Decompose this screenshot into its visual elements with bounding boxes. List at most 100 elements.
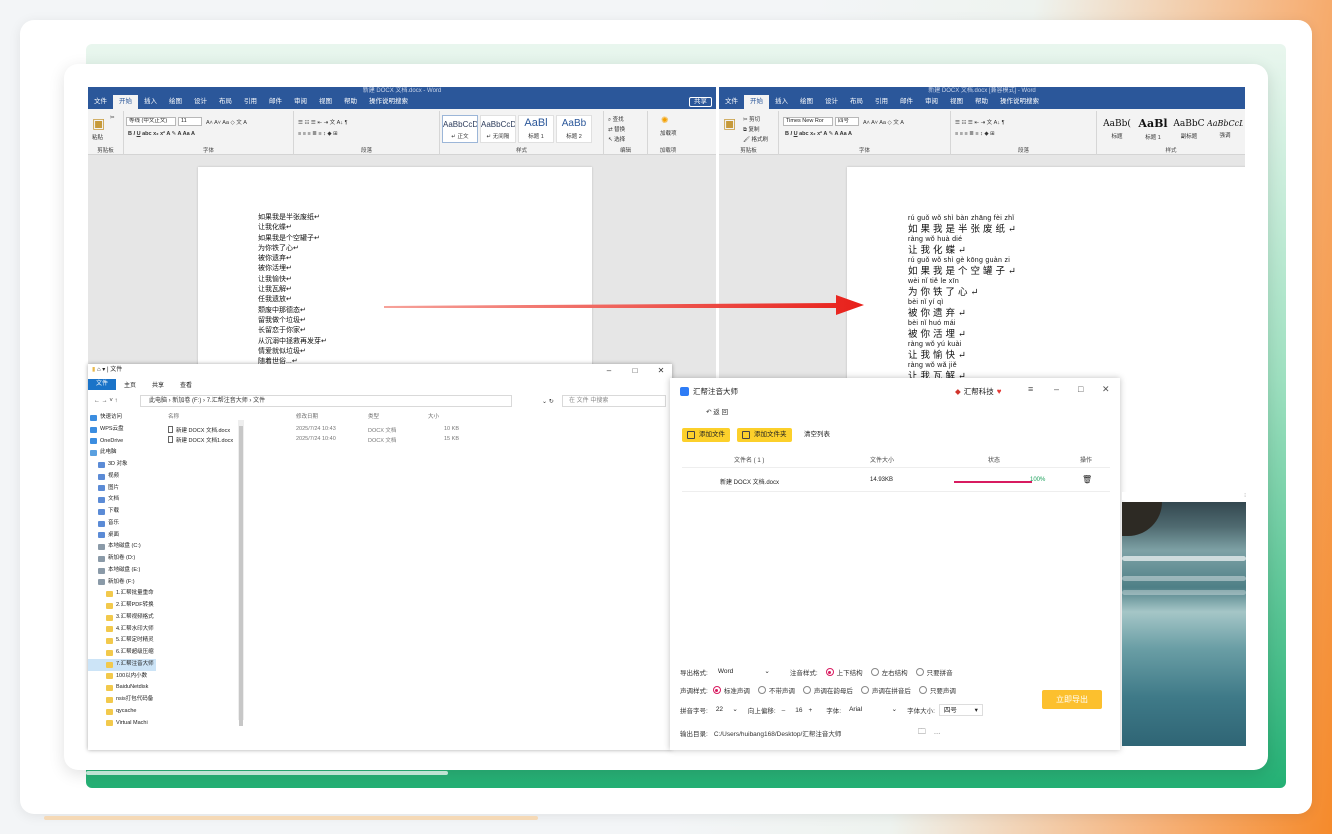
sidebar-item[interactable]: nsis打包代码备 (88, 694, 156, 706)
tab-view[interactable]: 视图 (313, 95, 338, 109)
tab-review[interactable]: 审阅 (288, 95, 313, 109)
share-button[interactable]: 共享 (689, 97, 712, 107)
export-format-select[interactable]: Word ⌄ (714, 666, 774, 678)
style-subtitle[interactable]: AaBbC 副标题 (1171, 115, 1207, 143)
radio-tone-only[interactable] (918, 686, 927, 694)
document-page[interactable]: rú guǒ wǒ shì bàn zhāng fèi zhǐ 如果我是半张废纸↵… (847, 167, 1245, 387)
sidebar-item[interactable]: BaiduNetdisk (88, 682, 156, 694)
add-file-button[interactable]: 添加文件 (682, 428, 730, 442)
tab-design[interactable]: 设计 (819, 95, 844, 109)
sidebar-item[interactable]: qycache (88, 706, 156, 718)
sidebar-item[interactable]: 3.汇帮视频格式 (88, 612, 156, 624)
col-date[interactable]: 修改日期 (296, 412, 318, 420)
sidebar-item[interactable]: 3D 对象 (88, 459, 156, 471)
sidebar-item[interactable]: 5.汇帮定时精灵 (88, 635, 156, 647)
tell-me-search[interactable]: 操作说明搜索 (363, 95, 414, 109)
sidebar-item[interactable]: 音乐 (88, 518, 156, 530)
menu-home[interactable]: 主页 (116, 380, 144, 389)
minimize-icon[interactable]: – (1054, 384, 1059, 394)
path-app-folder[interactable]: 7.汇帮注音大师 (207, 398, 248, 404)
tab-draw[interactable]: 绘图 (163, 95, 188, 109)
path-current[interactable]: 文件 (253, 398, 265, 404)
refresh-icon[interactable]: ⌄ ↻ (542, 398, 554, 405)
decrement-button[interactable]: – (782, 707, 786, 714)
sidebar-item[interactable]: OneDrive (88, 436, 156, 448)
tab-help[interactable]: 帮助 (338, 95, 363, 109)
menu-file[interactable]: 文件 (88, 379, 117, 390)
style-normal[interactable]: AaBbCcD ↵ 正文 (442, 115, 478, 143)
sidebar-scrollbar[interactable] (238, 420, 244, 726)
font-name-select[interactable]: Times New Ror (783, 117, 833, 126)
back-button[interactable]: ↶ 返 回 (706, 406, 728, 416)
path-this-pc[interactable]: 此电脑 (149, 398, 167, 404)
sidebar-item[interactable]: 文档 (88, 494, 156, 506)
sidebar-item[interactable]: 1.汇帮批量重命 (88, 588, 156, 600)
style-emphasis[interactable]: AaBbCcL 强调 (1207, 115, 1243, 143)
tab-draw[interactable]: 绘图 (794, 95, 819, 109)
maximize-icon[interactable]: □ (1078, 384, 1083, 394)
format-painter-button[interactable]: 🖌 格式刷 (743, 135, 768, 143)
tab-layout[interactable]: 布局 (213, 95, 238, 109)
font-select[interactable]: Arial ⌄ (845, 704, 901, 716)
sidebar-item[interactable]: WPS云盘 (88, 424, 156, 436)
char-size-select[interactable]: 四号 ▾ (938, 704, 983, 716)
tab-view[interactable]: 视图 (944, 95, 969, 109)
style-heading2[interactable]: AaBb 标题 2 (556, 115, 592, 143)
sidebar-item[interactable]: Virtual Machi (88, 718, 156, 730)
delete-icon[interactable]: 🗑 (1082, 475, 1092, 484)
style-heading1[interactable]: AaBl 标题 1 (518, 115, 554, 143)
tab-help[interactable]: 帮助 (969, 95, 994, 109)
close-icon[interactable]: ✕ (650, 364, 672, 377)
tab-mailings[interactable]: 邮件 (894, 95, 919, 109)
radio-tone-none[interactable] (757, 686, 766, 694)
address-path[interactable]: 此电脑 › 新加卷 (F:) › 7.汇帮注音大师 › 文件 (140, 395, 512, 407)
nav-arrows[interactable]: ← → ˅ ↑ (94, 398, 118, 404)
sidebar-item[interactable]: 本地磁盘 (E:) (88, 565, 156, 577)
copy-button[interactable]: ⧉ 复制 (743, 125, 759, 134)
find-button[interactable]: ⌕ 查找 (608, 115, 624, 124)
file-table-row[interactable]: 新建 DOCX 文档.docx 14.93KB 100% 🗑 (682, 472, 1110, 492)
format-buttons[interactable]: B I U abc x₂ x² A ✎ A Aa A (785, 131, 852, 137)
tab-mailings[interactable]: 邮件 (263, 95, 288, 109)
radio-tone-standard[interactable] (712, 686, 721, 694)
paste-icon[interactable]: ▣ (92, 115, 105, 132)
tab-references[interactable]: 引用 (869, 95, 894, 109)
format-buttons[interactable]: B I U abc x₂ x² A ✎ A Aa A (128, 131, 195, 137)
scrollbar-thumb[interactable] (239, 426, 243, 726)
tab-references[interactable]: 引用 (238, 95, 263, 109)
font-size-buttons[interactable]: A˄ A˅ Aa ◇ 文 A (863, 118, 904, 126)
style-title[interactable]: AaBb(标题 (1099, 115, 1135, 143)
sidebar-item[interactable]: 6.汇帮超级压缩 (88, 647, 156, 659)
clear-list-button[interactable]: 清空列表 (804, 428, 830, 442)
style-no-spacing[interactable]: AaBbCcD ↵ 无间隔 (480, 115, 516, 143)
tab-design[interactable]: 设计 (188, 95, 213, 109)
sidebar-item[interactable]: 4.汇帮水印大师 (88, 624, 156, 636)
offset-value[interactable]: 16 (795, 707, 802, 714)
file-row[interactable]: 新建 DOCX 文档1.docx 2025/7/24 10:40 DOCX 文档… (168, 436, 672, 446)
increment-button[interactable]: + (808, 707, 812, 714)
sidebar-item[interactable]: 此电脑 (88, 447, 156, 459)
sidebar-item[interactable]: 新加卷 (D:) (88, 553, 156, 565)
sidebar-item[interactable]: 2.汇帮PDF转换 (88, 600, 156, 612)
radio-tone-after-final[interactable] (802, 686, 811, 694)
align-buttons[interactable]: ≡ ≡ ≡ ≣ ≡ ↕ ◆ ⊞ (955, 131, 995, 137)
radio-annot-topbottom[interactable] (825, 668, 834, 676)
tab-home[interactable]: 开始 (744, 95, 769, 109)
sidebar-item[interactable]: 100以内小数 (88, 671, 156, 683)
minimize-icon[interactable]: – (598, 364, 620, 377)
list-buttons[interactable]: ☰ ☷ ☰ ⇤ ⇥ 文 A↓ ¶ (955, 118, 1005, 126)
paste-icon[interactable]: ▣ (723, 115, 736, 132)
addin-label[interactable]: 加载项 (660, 129, 677, 137)
tab-layout[interactable]: 布局 (844, 95, 869, 109)
sidebar-item[interactable]: 快速访问 (88, 412, 156, 424)
maximize-icon[interactable]: □ (624, 364, 646, 377)
tell-me-search[interactable]: 操作说明搜索 (994, 95, 1045, 109)
menu-view[interactable]: 查看 (172, 380, 200, 389)
menu-share[interactable]: 共享 (144, 380, 172, 389)
output-dir-input[interactable]: C:/Users/huibang168/Desktop/汇帮注音大师 (714, 728, 914, 738)
radio-annot-pinyin-only[interactable] (915, 668, 924, 676)
tab-review[interactable]: 审阅 (919, 95, 944, 109)
col-name[interactable]: 名称 (168, 412, 179, 420)
search-input[interactable]: 在 文件 中搜索 (562, 395, 666, 407)
add-folder-button[interactable]: 添加文件夹 (737, 428, 792, 442)
